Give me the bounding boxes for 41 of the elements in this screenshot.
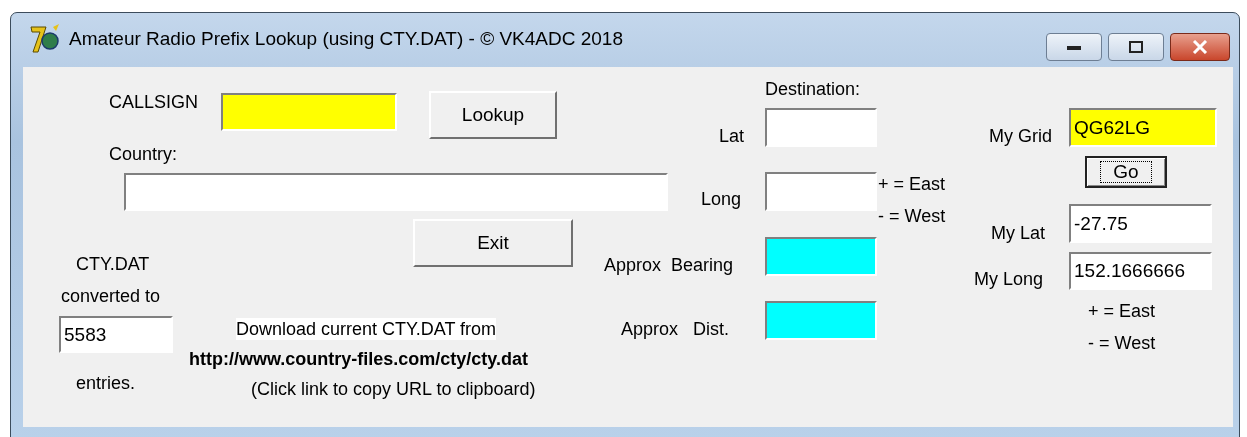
field-label: - = West	[1088, 332, 1156, 354]
field-label: Long	[701, 188, 742, 210]
field-label: entries.	[76, 372, 136, 394]
maximize-icon	[1129, 41, 1143, 53]
field-label: Lat	[719, 125, 745, 147]
url-link[interactable]: http://www.country-files.com/cty/cty.dat	[189, 347, 529, 371]
field-label: My Long	[974, 268, 1044, 290]
maximize-button[interactable]	[1108, 33, 1164, 61]
action-button[interactable]: Lookup	[429, 91, 557, 139]
field-label: - = West	[878, 205, 946, 227]
grid-field[interactable]: QG62LG	[1069, 108, 1217, 147]
field-label: CTY.DAT	[76, 253, 150, 275]
field-label: (Click link to copy URL to clipboard)	[251, 378, 536, 400]
callsign-field[interactable]	[221, 93, 397, 131]
window-title: Amateur Radio Prefix Lookup (using CTY.DAT) - © VK4ADC 2018	[69, 28, 623, 50]
distance-field[interactable]	[765, 301, 877, 340]
field-label: Approx Dist.	[621, 318, 730, 340]
bearing-field[interactable]	[765, 237, 877, 276]
my-lat-field[interactable]: -27.75	[1069, 204, 1212, 243]
field-label: My Grid	[989, 125, 1052, 147]
field-label: + = East	[878, 173, 946, 195]
field-label: + = East	[1088, 300, 1156, 322]
field-label: converted to	[61, 285, 161, 307]
action-button[interactable]: Go	[1085, 156, 1167, 188]
entries-field[interactable]: 5583	[59, 316, 173, 353]
minimize-button[interactable]	[1046, 33, 1102, 61]
field-label: CALLSIGN	[109, 91, 199, 113]
field-label: My Lat	[991, 222, 1046, 244]
long-field[interactable]	[765, 172, 877, 211]
field-label: Destination:	[765, 78, 861, 100]
minimize-icon	[1067, 44, 1081, 50]
action-button[interactable]: Exit	[413, 219, 573, 267]
my-long-field[interactable]: 152.1666666	[1069, 252, 1212, 290]
field-label: Download current CTY.DAT from	[236, 318, 497, 340]
app-logo-icon	[29, 24, 61, 54]
lat-field[interactable]	[765, 108, 877, 147]
field-label: Country:	[109, 143, 178, 165]
country-field[interactable]	[124, 173, 668, 211]
field-label: Approx Bearing	[604, 254, 734, 276]
close-icon	[1192, 40, 1208, 54]
close-button[interactable]	[1170, 33, 1230, 61]
